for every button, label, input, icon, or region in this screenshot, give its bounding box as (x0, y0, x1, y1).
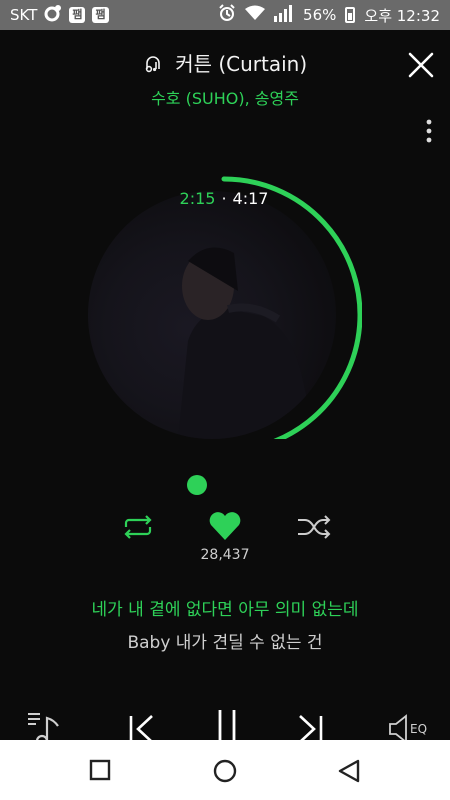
triangle-back-icon (338, 759, 360, 783)
back-button[interactable] (336, 758, 362, 784)
shuffle-button[interactable] (296, 514, 332, 540)
alarm-icon (218, 4, 236, 26)
repeat-button[interactable] (120, 514, 156, 540)
repeat-icon (124, 515, 152, 539)
like-button[interactable] (207, 508, 243, 544)
like-count: 28,437 (200, 547, 250, 563)
app-badge-1: 팸 (69, 7, 86, 23)
carrier-label: SKT (10, 6, 38, 24)
shuffle-icon (298, 515, 331, 539)
time-separator: · (221, 189, 227, 208)
battery-percent: 56% (303, 6, 337, 24)
wifi-icon (245, 5, 266, 25)
music-icon (44, 4, 62, 26)
status-bar: SKT 팸 팸 56% 오후 12:32 (0, 0, 450, 30)
seek-handle[interactable] (187, 475, 207, 495)
track-title: 커튼 (Curtain) (175, 52, 308, 76)
album-art-area: 2:15 · 4:17 (86, 163, 362, 439)
close-icon (408, 52, 434, 78)
square-icon (89, 759, 111, 781)
current-lyric[interactable]: 네가 내 곁에 없다면 아무 의미 없는데 (0, 595, 450, 620)
battery-icon (345, 7, 356, 23)
more-vertical-icon (426, 119, 432, 143)
headphone-music-icon (143, 54, 163, 79)
more-options-button[interactable] (422, 118, 436, 144)
music-player: 커튼 (Curtain) 수호 (SUHO), 송영주 2:15 · 4:17 (0, 30, 450, 748)
next-lyric[interactable]: Baby 내가 견딜 수 없는 건 (0, 628, 450, 653)
heart-icon (209, 512, 241, 540)
track-actions: 28,437 (0, 512, 450, 574)
close-button[interactable] (408, 52, 434, 78)
eq-label: EQ (410, 722, 428, 736)
signal-icon (274, 4, 294, 26)
total-time: 4:17 (232, 189, 269, 208)
track-artist[interactable]: 수호 (SUHO), 송영주 (0, 85, 450, 109)
clock: 오후 12:32 (364, 6, 440, 25)
app-badge-2: 팸 (92, 7, 109, 23)
track-title-row: 커튼 (Curtain) (0, 48, 450, 79)
home-button[interactable] (212, 758, 238, 784)
current-time: 2:15 (179, 189, 216, 208)
circle-icon (213, 759, 237, 783)
recents-button[interactable] (88, 758, 114, 784)
time-display: 2:15 · 4:17 (86, 189, 362, 208)
system-nav-bar (0, 740, 450, 800)
